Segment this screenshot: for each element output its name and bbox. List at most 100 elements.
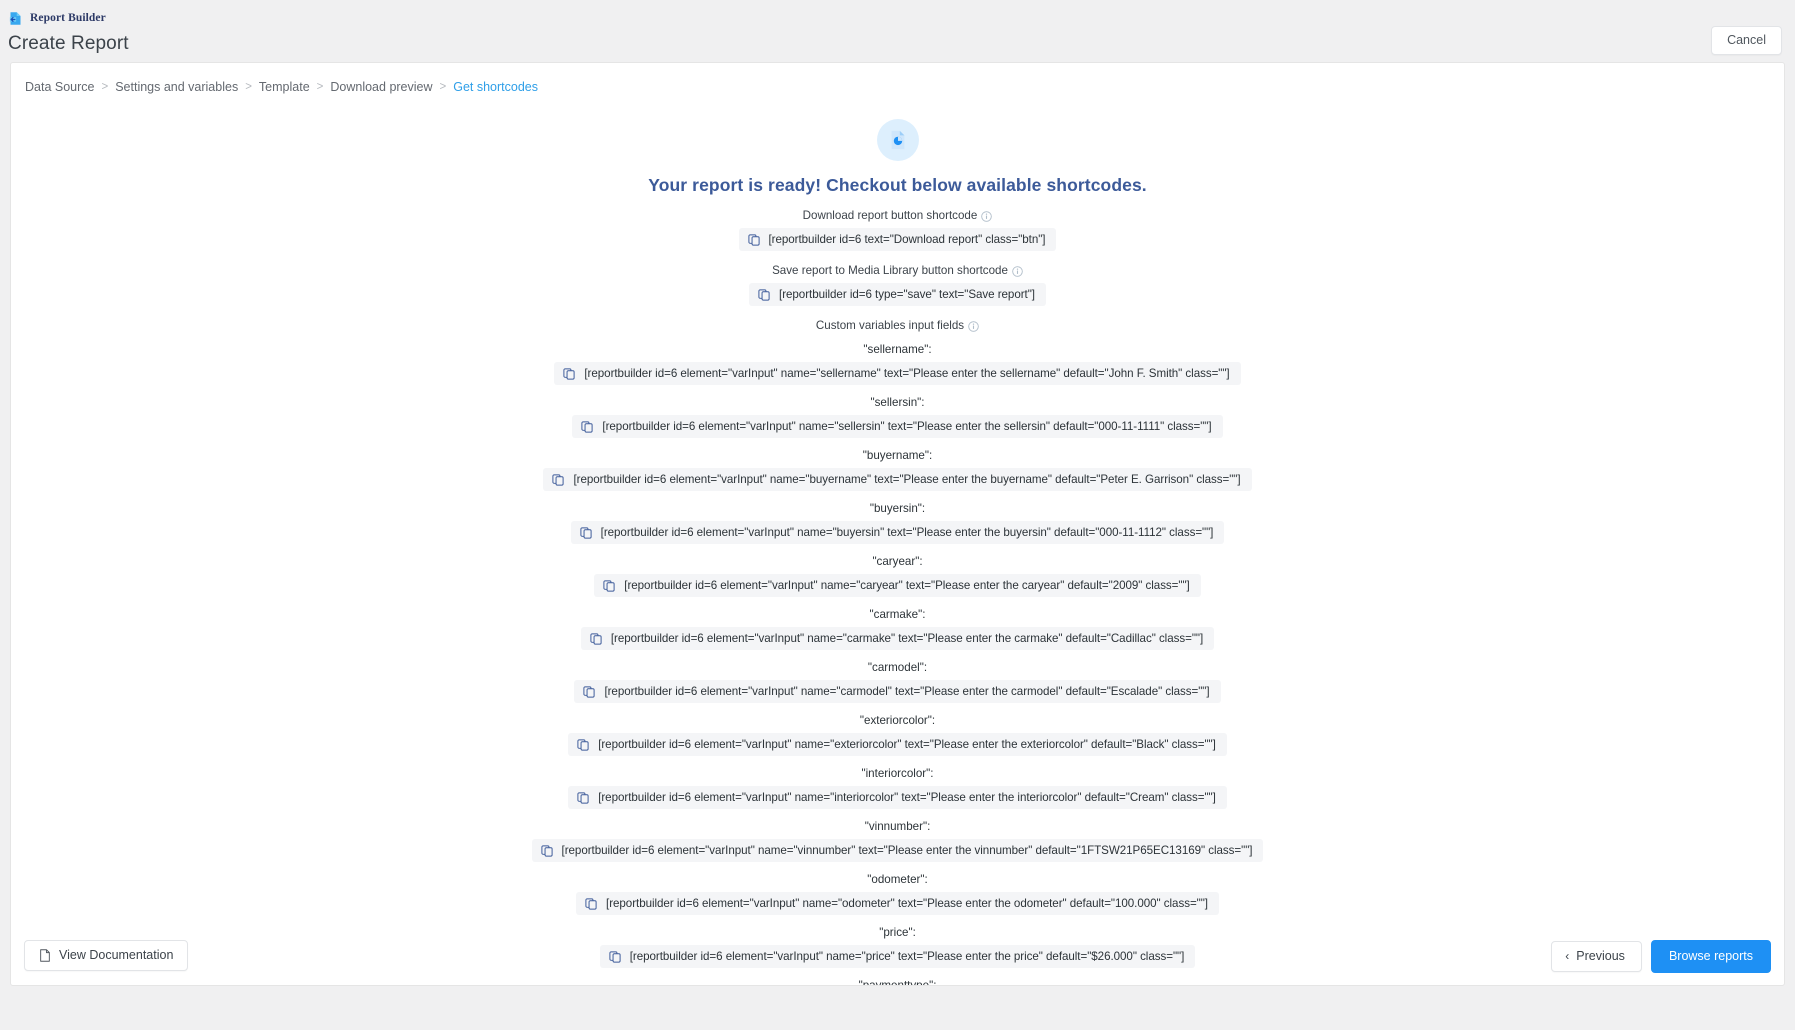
shortcode-text: [reportbuilder id=6 element="varInput" n…: [573, 473, 1241, 486]
copy-icon[interactable]: [585, 897, 597, 910]
page-title: Create Report: [8, 33, 129, 54]
shortcode-box[interactable]: [reportbuilder id=6 element="varInput" n…: [570, 521, 1225, 544]
shortcode-box[interactable]: [reportbuilder id=6 element="varInput" n…: [568, 786, 1227, 809]
info-circle-icon[interactable]: [981, 211, 993, 222]
main-card: Data Source > Settings and variables > Templ…: [10, 62, 1785, 986]
download-shortcode-label-text: Download report button shortcode: [802, 209, 978, 222]
variable-shortcode-row: [reportbuilder id=6 element="varInput" n…: [11, 468, 1784, 491]
download-shortcode-label: Download report button shortcode: [11, 209, 1784, 222]
info-circle-icon[interactable]: [1012, 266, 1023, 277]
chevron-left-icon: ‹: [1565, 949, 1570, 964]
previous-button[interactable]: ‹ Previous: [1551, 941, 1642, 972]
copy-icon[interactable]: [577, 738, 589, 751]
breadcrumb-separator: >: [439, 81, 447, 93]
browse-reports-button[interactable]: Browse reports: [1650, 940, 1771, 973]
shortcode-box[interactable]: [reportbuilder id=6 text="Download repor…: [738, 228, 1057, 251]
variable-shortcode-row: [reportbuilder id=6 element="varInput" n…: [11, 680, 1784, 703]
info-circle-icon[interactable]: [968, 321, 979, 332]
previous-label: Previous: [1576, 949, 1625, 963]
variable-name: "interiorcolor":: [861, 767, 934, 780]
shortcode-box[interactable]: [reportbuilder id=6 type="save" text="Sa…: [749, 283, 1046, 306]
variable-name: "sellersin":: [870, 396, 925, 409]
brand: Report Builder: [0, 9, 1795, 27]
hero-title: Your report is ready! Checkout below ava…: [648, 175, 1147, 195]
view-documentation-label: View Documentation: [59, 948, 174, 963]
shortcode-text: [reportbuilder id=6 element="varInput" n…: [598, 791, 1216, 804]
download-shortcode-row: [reportbuilder id=6 text="Download repor…: [11, 228, 1784, 251]
footer-actions: ‹ Previous Browse reports: [1551, 940, 1771, 973]
variable-name: "caryear":: [872, 555, 923, 568]
copy-icon[interactable]: [583, 685, 596, 698]
save-shortcode-label: Save report to Media Library button shor…: [11, 264, 1784, 277]
variable-shortcode-row: [reportbuilder id=6 element="varInput" n…: [11, 574, 1784, 597]
copy-icon[interactable]: [590, 632, 602, 645]
variable-name: "carmake":: [869, 608, 926, 621]
shortcode-text: [reportbuilder id=6 type="save" text="Sa…: [779, 288, 1035, 301]
shortcode-text: [reportbuilder id=6 element="varInput" n…: [606, 897, 1208, 910]
custom-variables-label-text: Custom variables input fields: [815, 319, 965, 332]
shortcode-text: [reportbuilder id=6 element="varInput" n…: [610, 632, 1204, 645]
shortcode-box[interactable]: [reportbuilder id=6 element="varInput" n…: [574, 680, 1221, 703]
shortcode-text: [reportbuilder id=6 element="varInput" n…: [561, 844, 1253, 857]
variable-shortcode-row: [reportbuilder id=6 element="varInput" n…: [11, 627, 1784, 650]
variable-shortcode-row: [reportbuilder id=6 element="varInput" n…: [11, 786, 1784, 809]
footer: View Documentation ‹ Previous Browse rep…: [11, 929, 1784, 985]
variable-shortcode-row: [reportbuilder id=6 element="varInput" n…: [11, 362, 1784, 385]
variable-name: "carmodel":: [867, 661, 928, 674]
top-bar: Report Builder Create Report Cancel: [0, 0, 1795, 62]
shortcode-text: [reportbuilder id=6 element="varInput" n…: [602, 420, 1212, 433]
custom-variables-label: Custom variables input fields: [11, 319, 1784, 332]
document-chart-icon: [876, 119, 919, 161]
shortcode-box[interactable]: [reportbuilder id=6 element="varInput" n…: [531, 839, 1264, 862]
report-document-icon: [8, 11, 23, 26]
variable-name: "buyersin":: [869, 502, 926, 515]
breadcrumb-item-settings-and-variables[interactable]: Settings and variables: [115, 80, 238, 94]
breadcrumb: Data Source > Settings and variables > Templ…: [11, 63, 1784, 94]
copy-icon[interactable]: [581, 420, 594, 433]
copy-icon[interactable]: [580, 526, 592, 539]
shortcode-text: [reportbuilder id=6 text="Download repor…: [768, 233, 1046, 246]
breadcrumb-separator: >: [101, 81, 109, 93]
breadcrumb-item-download-preview[interactable]: Download preview: [330, 80, 432, 94]
shortcode-box[interactable]: [reportbuilder id=6 element="varInput" n…: [594, 574, 1201, 597]
copy-icon[interactable]: [603, 579, 615, 592]
copy-icon[interactable]: [577, 791, 589, 804]
breadcrumb-item-template[interactable]: Template: [259, 80, 310, 94]
shortcode-box[interactable]: [reportbuilder id=6 element="varInput" n…: [543, 468, 1252, 491]
copy-icon[interactable]: [552, 473, 565, 486]
breadcrumb-separator: >: [245, 81, 252, 93]
view-documentation-button[interactable]: View Documentation: [24, 940, 189, 971]
shortcode-box[interactable]: [reportbuilder id=6 element="varInput" n…: [568, 733, 1227, 756]
hero: Your report is ready! Checkout below ava…: [11, 119, 1784, 196]
copy-icon[interactable]: [540, 844, 553, 857]
shortcode-text: [reportbuilder id=6 element="varInput" n…: [584, 367, 1230, 380]
shortcode-text: [reportbuilder id=6 element="varInput" n…: [604, 685, 1210, 698]
shortcode-box[interactable]: [reportbuilder id=6 element="varInput" n…: [580, 627, 1215, 650]
variable-name: "exteriorcolor":: [859, 714, 936, 727]
shortcode-box[interactable]: [reportbuilder id=6 element="varInput" n…: [554, 362, 1241, 385]
variable-shortcode-row: [reportbuilder id=6 element="varInput" n…: [11, 521, 1784, 544]
cancel-button[interactable]: Cancel: [1711, 26, 1782, 55]
shortcode-box[interactable]: [reportbuilder id=6 element="varInput" n…: [572, 415, 1223, 438]
custom-variables-list: "sellername": [reportbuilder id=6 element…: [11, 343, 1784, 985]
breadcrumb-item-data-source[interactable]: Data Source: [25, 80, 94, 94]
shortcode-box[interactable]: [reportbuilder id=6 element="varInput" n…: [576, 892, 1219, 915]
copy-icon[interactable]: [747, 233, 760, 246]
shortcode-text: [reportbuilder id=6 element="varInput" n…: [600, 526, 1214, 539]
shortcode-text: [reportbuilder id=6 element="varInput" n…: [624, 579, 1190, 592]
copy-icon[interactable]: [758, 288, 770, 301]
variable-name: "odometer":: [867, 873, 928, 886]
variable-name: "buyername":: [862, 449, 933, 462]
breadcrumb-item-get-shortcodes[interactable]: Get shortcodes: [453, 80, 538, 94]
variable-shortcode-row: [reportbuilder id=6 element="varInput" n…: [11, 733, 1784, 756]
variable-name: "vinnumber":: [864, 820, 931, 833]
save-shortcode-label-text: Save report to Media Library button shor…: [772, 264, 1008, 277]
variable-shortcode-row: [reportbuilder id=6 element="varInput" n…: [11, 839, 1784, 862]
variable-shortcode-row: [reportbuilder id=6 element="varInput" n…: [11, 415, 1784, 438]
breadcrumb-separator: >: [316, 81, 324, 93]
copy-icon[interactable]: [563, 367, 575, 380]
brand-name: Report Builder: [30, 12, 106, 24]
variable-name: "sellername":: [863, 343, 932, 356]
save-shortcode-row: [reportbuilder id=6 type="save" text="Sa…: [11, 283, 1784, 306]
variable-shortcode-row: [reportbuilder id=6 element="varInput" n…: [11, 892, 1784, 915]
